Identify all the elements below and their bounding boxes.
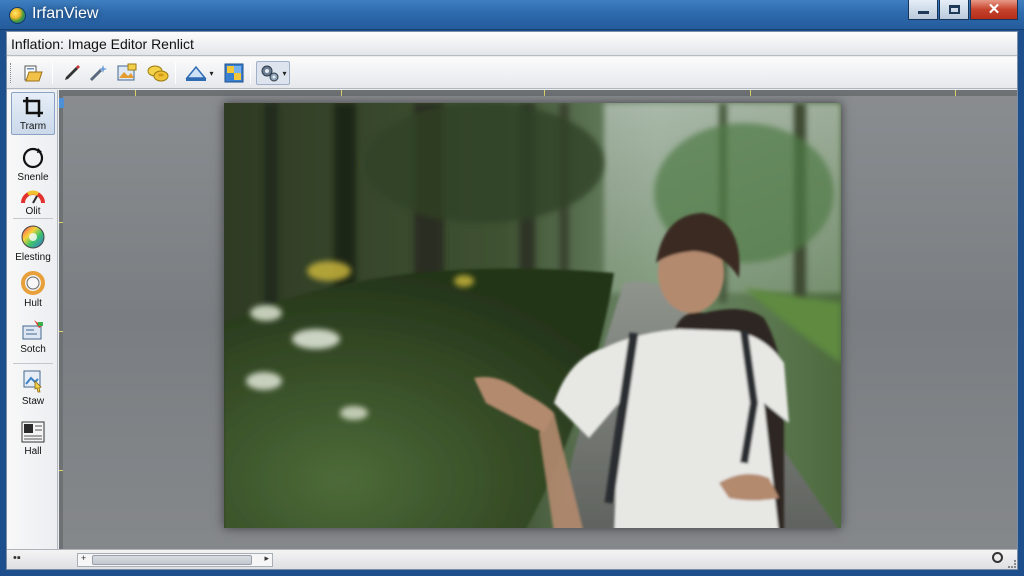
- layout-icon: [21, 421, 45, 443]
- settings-dropdown-arrow: ▾: [282, 68, 287, 78]
- magic-wand-button[interactable]: [87, 61, 111, 85]
- tool-color[interactable]: Olit: [11, 188, 55, 217]
- open-folder-button[interactable]: [21, 61, 47, 85]
- ruler-tick: [544, 90, 545, 96]
- editor-caption-bar: Inflation: Image Editor Renlict: [7, 32, 1017, 56]
- image-edit-button[interactable]: [114, 61, 140, 85]
- ruler-tick: [59, 331, 63, 332]
- shape-dropdown-arrow: ▾: [209, 68, 214, 78]
- minimize-button[interactable]: [908, 0, 938, 20]
- tool-stamp[interactable]: Staw: [11, 368, 55, 407]
- window-title: IrfanView: [32, 5, 99, 22]
- tool-panel: Trarm Snenle Olit Elesting Hult Sotch St…: [7, 90, 58, 549]
- editor-caption: Inflation: Image Editor Renlict: [11, 36, 194, 52]
- tool-rotate-label: Snenle: [17, 172, 49, 183]
- scrollbar-thumb[interactable]: [92, 555, 252, 565]
- close-icon: ✕: [987, 1, 1001, 18]
- settings-gears-icon: [261, 65, 279, 82]
- pen-button[interactable]: [59, 61, 85, 85]
- toolbar-separator: [52, 62, 53, 84]
- ring-icon: [21, 271, 45, 295]
- tool-saturation-label: Hult: [24, 298, 42, 309]
- window-controls: ✕: [908, 0, 1018, 20]
- maximize-button[interactable]: [939, 0, 969, 20]
- tool-color-label: Olit: [25, 206, 41, 217]
- editor-window: Inflation: Image Editor Renlict ▾ ▾ Trar…: [6, 31, 1018, 570]
- status-bar: •▪ + ▸: [7, 549, 1017, 569]
- tool-stamp-label: Staw: [21, 396, 45, 407]
- edited-photo[interactable]: [224, 103, 841, 528]
- photo-forest-woman: [224, 103, 841, 528]
- coins-button[interactable]: [144, 61, 172, 85]
- image-canvas[interactable]: [59, 90, 1017, 549]
- toolbar-separator: [175, 62, 176, 84]
- horizontal-ruler: [59, 90, 1017, 96]
- canvas-marker: [59, 98, 64, 108]
- stamp-icon: [23, 370, 42, 393]
- resize-grip[interactable]: [1008, 560, 1016, 568]
- color-adjust-icon: [224, 63, 244, 83]
- ruler-tick: [955, 90, 956, 96]
- ruler-tick: [341, 90, 342, 96]
- ruler-tick: [59, 470, 63, 471]
- tool-saturation[interactable]: Hult: [11, 270, 55, 309]
- minimize-icon: [917, 11, 929, 14]
- toolbar-grip[interactable]: [10, 63, 13, 83]
- close-button[interactable]: ✕: [970, 0, 1018, 20]
- crop-icon: [23, 97, 43, 117]
- irfanview-app-icon: [9, 7, 26, 24]
- settings-button[interactable]: ▾: [256, 61, 290, 85]
- ruler-tick: [135, 90, 136, 96]
- shape-button[interactable]: ▾: [181, 61, 217, 85]
- tool-hue-label: Elesting: [15, 252, 51, 263]
- window-title-bar[interactable]: IrfanView ✕: [0, 0, 1024, 30]
- tool-crop-label: Trarm: [19, 121, 47, 132]
- tool-layout[interactable]: Hall: [11, 420, 55, 457]
- main-toolbar: ▾ ▾: [7, 57, 1017, 89]
- color-wheel-icon: [21, 225, 45, 249]
- pen-icon: [65, 65, 80, 80]
- magic-wand-icon: [89, 65, 107, 82]
- rotate-icon: [22, 147, 44, 169]
- tool-separator: [13, 363, 53, 364]
- status-circle-icon: [992, 552, 1003, 563]
- color-adjust-button[interactable]: [221, 61, 247, 85]
- tool-sketch-label: Sotch: [20, 344, 46, 355]
- tool-sketch[interactable]: Sotch: [11, 318, 55, 355]
- horizontal-scrollbar[interactable]: + ▸: [77, 553, 273, 567]
- tool-separator: [13, 218, 53, 219]
- toolbar-separator: [250, 62, 251, 84]
- coins-icon: [147, 65, 169, 82]
- tool-crop[interactable]: Trarm: [11, 92, 55, 135]
- sketch-icon: [22, 320, 43, 340]
- maximize-icon: [948, 5, 960, 14]
- vertical-ruler: [59, 90, 63, 549]
- image-edit-icon: [117, 63, 137, 81]
- shape-icon: [185, 65, 208, 81]
- scroll-right-button[interactable]: ▸: [264, 553, 269, 564]
- open-folder-icon: [24, 65, 43, 82]
- ruler-tick: [750, 90, 751, 96]
- ruler-tick: [59, 222, 63, 223]
- status-indicator: •▪: [13, 552, 21, 564]
- tool-layout-label: Hall: [24, 446, 42, 457]
- tool-hue[interactable]: Elesting: [11, 224, 55, 263]
- tool-rotate[interactable]: Snenle: [11, 146, 55, 183]
- scroll-left-button[interactable]: +: [81, 553, 86, 563]
- color-gauge-icon: [21, 190, 45, 204]
